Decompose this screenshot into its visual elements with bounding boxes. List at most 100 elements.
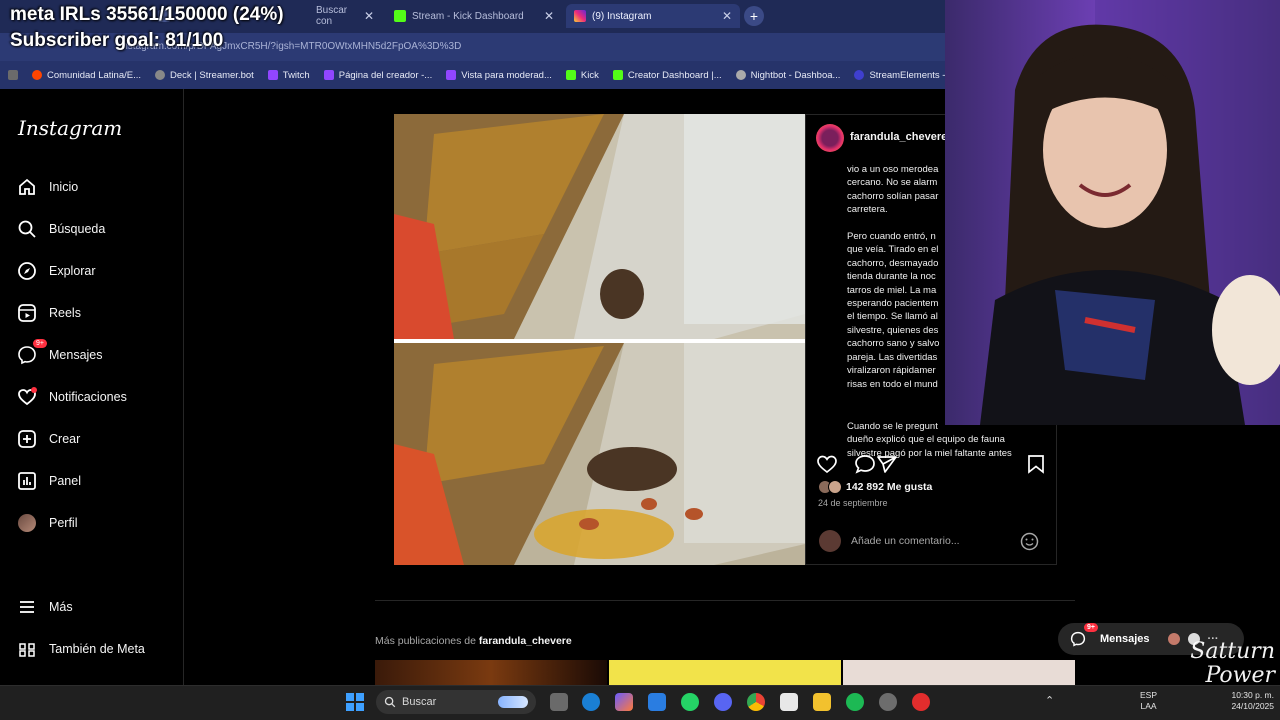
taskbar-search-label: Buscar (402, 696, 437, 708)
spotify-icon[interactable] (846, 693, 864, 711)
discord-icon[interactable] (714, 693, 732, 711)
bookmark-item[interactable]: Twitch (267, 69, 310, 81)
messages-pill-badge: 9+ (1084, 623, 1098, 632)
nav-explorar[interactable]: Explorar (17, 257, 177, 285)
twitch-icon (446, 70, 457, 80)
chart-icon (17, 471, 37, 491)
chrome-icon[interactable] (747, 693, 765, 711)
bookmark-label: Twitch (282, 69, 310, 81)
copilot-icon[interactable] (615, 693, 633, 711)
bookmark-label: Página del creador -... (338, 69, 433, 81)
kick-icon (565, 70, 576, 80)
taskbar-search-input[interactable]: Buscar (376, 690, 536, 714)
comment-bubble-icon[interactable] (855, 455, 875, 474)
more-post-thumbnail[interactable] (843, 660, 1075, 685)
file-explorer-icon[interactable] (813, 693, 831, 711)
bookmark-item[interactable] (8, 70, 18, 80)
search-icon (17, 219, 37, 239)
streamer-webcam-image (980, 0, 1280, 425)
irl-meta-overlay: meta IRLs 35561/150000 (24%) (10, 4, 284, 25)
nav-label: Notificaciones (49, 390, 127, 404)
nightbot-icon (735, 70, 746, 80)
post-image[interactable] (394, 114, 805, 565)
language-indicator[interactable]: ESP LAA (1140, 690, 1157, 712)
nav-crear[interactable]: Crear (17, 425, 177, 453)
close-icon[interactable]: ✕ (364, 9, 374, 23)
streamerbot-icon (155, 70, 166, 80)
share-send-icon[interactable] (877, 456, 897, 473)
messages-badge: 9+ (33, 339, 47, 348)
chevron-up-icon[interactable]: ⌃ (1045, 694, 1054, 707)
nav-panel[interactable]: Panel (17, 467, 177, 495)
liked-by-avatars (818, 480, 844, 494)
bookmark-item[interactable]: Comunidad Latina/E... (32, 70, 141, 81)
hamburger-icon (17, 597, 37, 617)
bookmark-item[interactable]: Kick (565, 69, 599, 81)
more-post-thumbnail[interactable] (609, 660, 841, 685)
like-heart-icon[interactable] (817, 455, 837, 474)
bookmark-item[interactable]: Creator Dashboard |... (612, 70, 722, 81)
bookmark-save-icon[interactable] (1028, 455, 1044, 474)
post-author-avatar[interactable] (816, 124, 844, 152)
nav-busqueda[interactable]: Búsqueda (17, 215, 177, 243)
post-actions-bar (817, 454, 1047, 474)
bookmark-label: Comunidad Latina/E... (47, 69, 142, 81)
webcam-overlay (945, 0, 1280, 425)
messenger-icon: 9+ (17, 339, 47, 365)
nav-notificaciones[interactable]: Notificaciones (17, 383, 177, 411)
search-icon (384, 696, 396, 708)
emoji-icon[interactable] (1020, 532, 1039, 551)
obs-icon[interactable] (879, 693, 897, 711)
reels-icon (17, 303, 37, 323)
windows-start-icon[interactable] (346, 693, 364, 711)
nav-reels[interactable]: Reels (17, 299, 177, 327)
capcut-icon[interactable] (780, 693, 798, 711)
nav-label: Mensajes (49, 348, 103, 362)
instagram-logo[interactable]: Instagram (18, 116, 122, 140)
whatsapp-icon[interactable] (681, 693, 699, 711)
bookmark-item[interactable]: Deck | Streamer.bot (155, 70, 254, 81)
nav-tambien-de-meta[interactable]: También de Meta (17, 635, 177, 663)
close-icon[interactable]: ✕ (722, 9, 732, 23)
twitch-icon (267, 70, 278, 80)
task-view-icon[interactable] (550, 693, 568, 711)
likes-count[interactable]: 142 892 Me gusta (846, 481, 932, 493)
taskbar-clock[interactable]: 10:30 p. m. 24/10/2025 (1212, 690, 1274, 712)
outlook-icon[interactable] (648, 693, 666, 711)
nav-inicio[interactable]: Inicio (17, 173, 177, 201)
messenger-icon: 9+ (1070, 623, 1098, 647)
nav-perfil[interactable]: Perfil (17, 509, 177, 537)
bookmark-item[interactable]: Vista para moderad... (446, 70, 552, 81)
streamelements-icon (854, 70, 865, 80)
compass-icon (17, 261, 37, 281)
nav-label: Inicio (49, 180, 79, 194)
edge-icon[interactable] (582, 693, 600, 711)
post-photo (394, 114, 805, 565)
more-post-thumbnail[interactable] (375, 660, 607, 685)
bookmark-label: StreamElements - M... (869, 69, 945, 81)
close-icon[interactable]: ✕ (544, 9, 554, 23)
tab-label: (9) Instagram (592, 10, 652, 22)
nav-mas[interactable]: Más (17, 593, 177, 621)
watermark-line-1: Satturn (1190, 639, 1275, 664)
more-posts-username[interactable]: farandula_chevere (479, 635, 572, 647)
post-username[interactable]: farandula_chevere (850, 131, 947, 143)
nav-mensajes[interactable]: 9+ Mensajes (17, 339, 177, 369)
bookmark-item[interactable]: Página del creador -... (323, 69, 433, 81)
bookmark-label: Vista para moderad... (461, 69, 552, 81)
recording-app-icon[interactable] (912, 693, 930, 711)
windows-taskbar (0, 685, 1280, 720)
tab-instagram[interactable]: (9) Instagram ✕ (566, 4, 740, 28)
heart-icon (17, 387, 37, 407)
new-tab-button[interactable]: + (744, 6, 764, 26)
kick-icon (394, 10, 406, 22)
bookmark-label: Deck | Streamer.bot (170, 69, 254, 81)
bookmark-item[interactable]: Nightbot - Dashboa... (735, 70, 840, 81)
tab-kick-dashboard[interactable]: Stream - Kick Dashboard ✕ (386, 4, 562, 28)
tab-label: Buscar con (316, 5, 348, 27)
bookmark-item[interactable]: StreamElements - M... (854, 70, 945, 81)
twitch-icon (323, 70, 334, 80)
keyboard-layout: LAA (1140, 701, 1157, 711)
bookmark-label: Kick (580, 69, 599, 81)
comment-input[interactable]: Añade un comentario... (851, 535, 960, 547)
